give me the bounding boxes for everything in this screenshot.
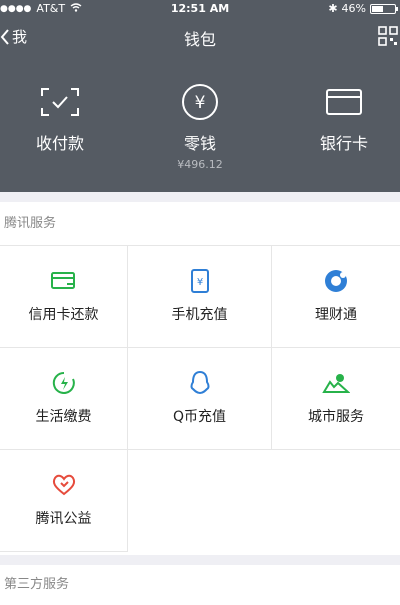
- service-label: 信用卡还款: [28, 307, 99, 323]
- bank-card-label: 银行卡: [319, 134, 368, 153]
- phone-recharge-icon: ¥: [190, 269, 209, 293]
- svg-text:¥: ¥: [195, 93, 206, 113]
- heart-icon: [52, 474, 75, 496]
- service-label: 城市服务: [308, 409, 364, 425]
- service-label: 生活缴费: [35, 409, 92, 425]
- more-button[interactable]: [378, 26, 398, 50]
- grid-menu-icon: [378, 26, 398, 46]
- change-balance: ¥496.12: [177, 158, 223, 171]
- city-icon: [322, 374, 350, 393]
- scan-pay-button[interactable]: 收付款: [0, 84, 120, 154]
- service-label: 腾讯公益: [35, 511, 92, 527]
- change-label: 零钱: [183, 134, 216, 153]
- service-label: 理财通: [315, 307, 357, 323]
- section-title-tencent: 腾讯服务: [0, 202, 400, 246]
- service-label: 手机充值: [171, 307, 228, 323]
- nav-bar: 我 钱包: [0, 24, 400, 52]
- scan-pay-label: 收付款: [35, 134, 84, 153]
- service-label: Q币充值: [172, 409, 227, 425]
- service-charity[interactable]: 腾讯公益: [0, 450, 128, 552]
- service-finance[interactable]: 理财通: [272, 246, 400, 348]
- scan-check-icon: [41, 88, 79, 116]
- service-utilities[interactable]: 生活缴费: [0, 348, 128, 450]
- battery-icon: [370, 3, 398, 14]
- change-button[interactable]: ¥ 零钱 ¥496.12: [140, 84, 260, 171]
- qq-penguin-icon: [190, 370, 209, 395]
- service-phone-recharge[interactable]: ¥ 手机充值: [128, 246, 272, 348]
- credit-card-icon: [50, 272, 75, 289]
- finance-icon: [325, 270, 347, 292]
- svg-text:¥: ¥: [196, 277, 202, 288]
- service-credit-card[interactable]: 信用卡还款: [0, 246, 128, 348]
- bluetooth-icon: ✱: [328, 2, 338, 15]
- battery-label: 46%: [341, 2, 366, 15]
- lightning-icon: [52, 371, 75, 394]
- service-qcoin[interactable]: Q币充值: [128, 348, 272, 450]
- status-bar: ●●●● AT&T 12:51 AM ✱ 46%: [0, 0, 400, 18]
- wallet-actions: 收付款 ¥ 零钱 ¥496.12 银行卡: [0, 84, 400, 180]
- wallet-header: ●●●● AT&T 12:51 AM ✱ 46% 我 钱包 收付款 ¥ 零钱 ¥…: [0, 0, 400, 192]
- service-city[interactable]: 城市服务: [272, 348, 400, 450]
- section-title-thirdparty: 第三方服务: [4, 577, 70, 592]
- card-icon: [326, 89, 362, 115]
- thirdparty-section: 第三方服务: [0, 565, 400, 605]
- tencent-services-section: 腾讯服务 信用卡还款 ¥ 手机充值 理财通 生活缴费 Q币充值 城市服务 腾讯公: [0, 202, 400, 555]
- page-title: 钱包: [183, 30, 216, 49]
- bank-card-button[interactable]: 银行卡: [284, 84, 400, 154]
- yen-coin-icon: ¥: [182, 84, 218, 120]
